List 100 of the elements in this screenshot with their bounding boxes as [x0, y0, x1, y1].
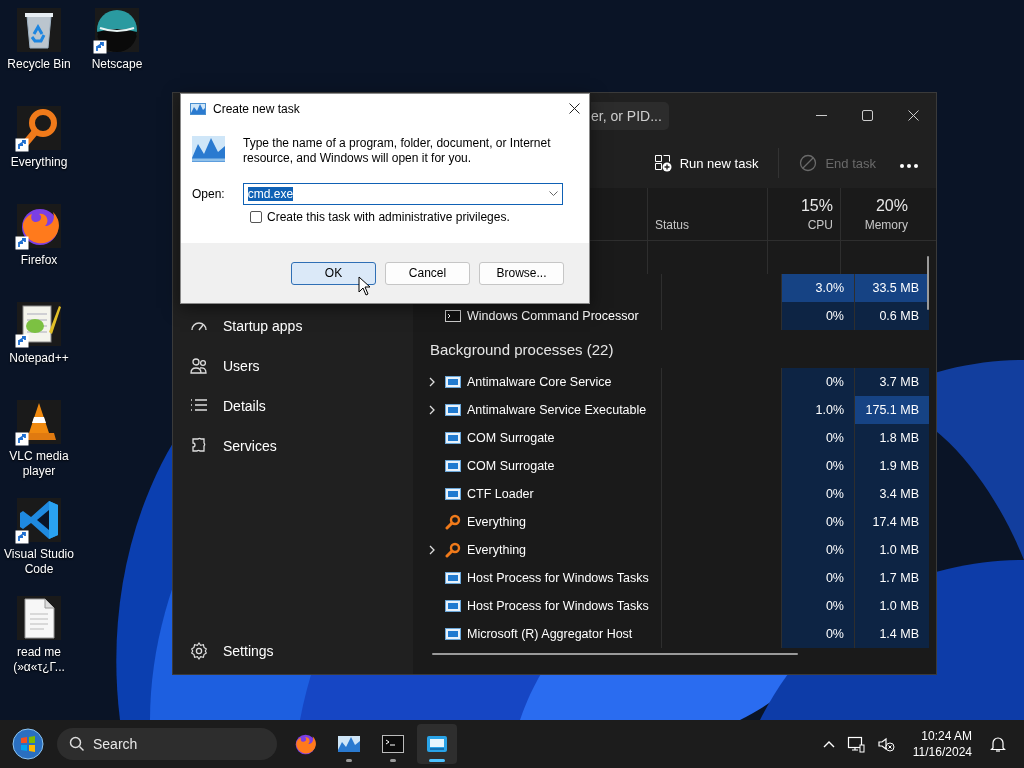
group-heading: Background processes (22) — [429, 340, 615, 358]
cpu-cell: 0% — [781, 302, 854, 330]
desktop-item[interactable]: VLC media player — [0, 398, 78, 496]
mouse-cursor-icon — [358, 276, 371, 296]
desktop-item[interactable]: Notepad++ — [0, 300, 78, 398]
service-window-icon — [445, 374, 461, 390]
dialog-button[interactable]: Browse... — [479, 261, 564, 285]
desktop-item[interactable]: Netscape — [78, 6, 156, 104]
process-name: Everything — [467, 543, 527, 557]
vertical-scrollbar[interactable] — [927, 256, 929, 310]
taskbar-app[interactable] — [417, 724, 457, 764]
bell-icon[interactable] — [990, 735, 1006, 753]
cpu-cell: 0% — [781, 424, 854, 452]
dialog-title: Create new task — [213, 101, 300, 116]
process-name: Microsoft (R) Aggregator Host — [467, 627, 633, 641]
notepad-icon — [17, 302, 61, 346]
settings-icon — [189, 641, 209, 661]
clock-time[interactable]: 10:24 AM — [921, 728, 972, 744]
memory-cell: 1.0 MB — [854, 592, 929, 620]
more-icon — [900, 163, 918, 168]
prohibited-icon — [799, 154, 818, 172]
service-window-icon — [445, 458, 461, 474]
open-field[interactable]: cmd.exe — [242, 183, 563, 205]
sidebar-item[interactable]: Settings — [181, 631, 413, 671]
service-window-icon — [445, 486, 461, 502]
wave-chart-icon — [192, 136, 225, 162]
caret-icon[interactable] — [548, 191, 558, 197]
network-icon[interactable] — [846, 735, 865, 753]
cpu-cell: 0% — [781, 592, 854, 620]
cpu-cell: 0% — [781, 368, 854, 396]
process-name: Host Process for Windows Tasks — [467, 571, 649, 585]
service-window-icon — [445, 626, 461, 642]
process-name: Host Process for Windows Tasks — [467, 599, 649, 613]
sidebar-item[interactable]: Details — [181, 386, 413, 426]
desktop-item[interactable]: Firefox — [0, 202, 78, 300]
globe-icon — [95, 8, 139, 52]
desktop-item[interactable]: Visual Studio Code — [0, 496, 78, 594]
process-name: Antimalware Service Executable — [467, 403, 647, 417]
cpu-cell: 1.0% — [781, 396, 854, 424]
close-icon — [568, 103, 580, 114]
desktop-item[interactable]: Everything — [0, 104, 78, 202]
memory-cell: 175.1 MB — [854, 396, 929, 424]
chevron-up-icon[interactable] — [822, 740, 835, 748]
checkbox-label[interactable]: Create this task with administrative privileges. — [267, 210, 510, 224]
sidebar-item[interactable]: Startup apps — [181, 306, 413, 346]
magnifier-icon — [445, 514, 461, 530]
chevron-right-icon[interactable] — [427, 545, 437, 555]
desktop-item[interactable]: read me (»α«τ¿Γ... — [0, 594, 78, 692]
clock-date[interactable]: 11/16/2024 — [912, 744, 972, 760]
window-plus-icon — [653, 154, 672, 172]
cpu-cell: 0% — [781, 480, 854, 508]
cpu-cell: 0% — [781, 564, 854, 592]
horizontal-scrollbar[interactable] — [432, 653, 798, 655]
console-icon — [445, 308, 461, 324]
column-total: 15% — [800, 197, 833, 215]
flame-globe-icon — [293, 732, 317, 756]
minimize-icon — [815, 114, 827, 117]
service-window-icon — [445, 598, 461, 614]
memory-cell: 1.4 MB — [854, 620, 929, 648]
run-icon — [190, 100, 206, 117]
search-field[interactable]: Search — [57, 728, 277, 760]
sidebar-item[interactable]: Users — [181, 346, 413, 386]
ribbon-icon — [17, 498, 61, 542]
service-window-icon — [445, 570, 461, 586]
run-task-button[interactable]: Run new task — [643, 146, 769, 180]
document-icon — [17, 596, 61, 640]
search-icon — [69, 736, 85, 752]
cpu-cell: 0% — [781, 508, 854, 536]
magnifier-icon — [445, 542, 461, 558]
column-header[interactable]: Status — [655, 218, 760, 232]
start-button[interactable] — [10, 726, 46, 762]
memory-cell: 17.4 MB — [854, 508, 929, 536]
memory-cell: 1.0 MB — [854, 536, 929, 564]
cpu-cell: 0% — [781, 536, 854, 564]
cpu-cell: 0% — [781, 620, 854, 648]
desktop-item[interactable]: Recycle Bin — [0, 6, 78, 104]
magnifier-icon — [17, 106, 61, 150]
process-name: COM Surrogate — [467, 431, 555, 445]
checkbox[interactable] — [250, 211, 262, 223]
cpu-cell: 0% — [781, 452, 854, 480]
dialog-button[interactable]: OK — [291, 261, 376, 285]
dialog-button[interactable]: Cancel — [385, 261, 470, 285]
cone-icon — [17, 400, 61, 444]
memory-cell: 1.9 MB — [854, 452, 929, 480]
column-header[interactable]: Memory — [864, 218, 908, 232]
service-window-icon — [445, 430, 461, 446]
column-header[interactable]: CPU — [807, 218, 833, 232]
sidebar-item[interactable]: Services — [181, 426, 413, 466]
memory-cell: 33.5 MB — [854, 274, 929, 302]
process-name: Windows Command Processor — [467, 309, 639, 323]
chevron-right-icon[interactable] — [427, 405, 437, 415]
close-icon — [907, 110, 919, 121]
search-field[interactable]: er, or PID... — [591, 101, 669, 130]
volume-muted-icon[interactable] — [876, 735, 895, 753]
memory-cell: 1.7 MB — [854, 564, 929, 592]
service-window-icon — [445, 402, 461, 418]
terminal-icon — [381, 732, 405, 756]
chevron-right-icon[interactable] — [427, 377, 437, 387]
windows-orb-icon — [12, 728, 44, 760]
open-label: Open: — [192, 187, 225, 201]
